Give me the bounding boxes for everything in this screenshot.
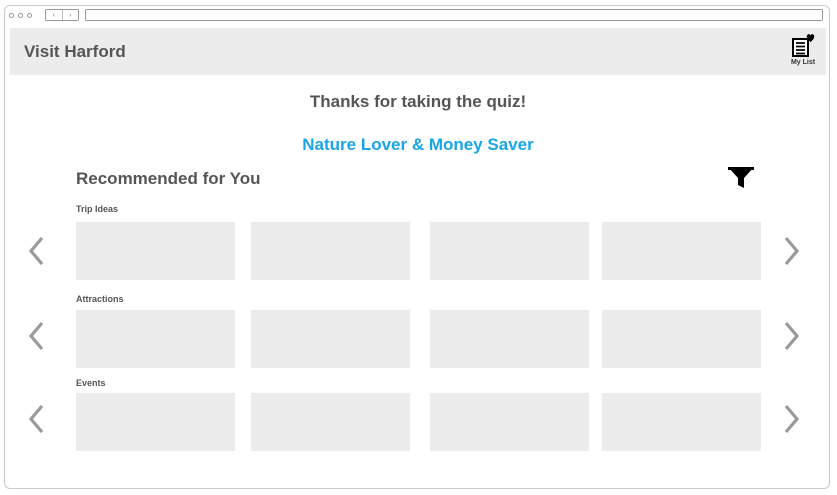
- row-label-events: Events: [76, 378, 106, 388]
- chevron-left-icon: [28, 236, 44, 266]
- trip-idea-card[interactable]: [430, 222, 589, 280]
- row-next-button[interactable]: [781, 235, 801, 267]
- chevron-left-icon: [28, 321, 44, 351]
- event-card[interactable]: [602, 393, 761, 451]
- row-label-attractions: Attractions: [76, 294, 124, 304]
- browser-window: ‹ › Visit Harford My List Thanks for tak…: [4, 5, 830, 489]
- back-icon[interactable]: ‹: [46, 10, 63, 20]
- chevron-right-icon: [784, 404, 800, 434]
- row-prev-button[interactable]: [27, 235, 47, 267]
- attraction-card[interactable]: [76, 310, 235, 368]
- chevron-right-icon: [784, 321, 800, 351]
- trip-idea-card[interactable]: [251, 222, 410, 280]
- row-next-button[interactable]: [781, 320, 801, 352]
- list-heart-icon: [792, 34, 815, 57]
- browser-nav-buttons: ‹ ›: [45, 9, 79, 21]
- site-header: Visit Harford My List: [10, 28, 826, 75]
- my-list-label: My List: [790, 59, 816, 66]
- trip-idea-card[interactable]: [602, 222, 761, 280]
- my-list-button[interactable]: My List: [786, 32, 820, 72]
- chevron-right-icon: [784, 236, 800, 266]
- quiz-result-persona: Nature Lover & Money Saver: [302, 135, 534, 154]
- trip-idea-card[interactable]: [76, 222, 235, 280]
- event-card[interactable]: [251, 393, 410, 451]
- event-card[interactable]: [76, 393, 235, 451]
- forward-icon[interactable]: ›: [63, 10, 79, 20]
- recommended-heading: Recommended for You: [76, 169, 261, 188]
- quiz-thanks-message: Thanks for taking the quiz!: [309, 92, 527, 111]
- row-prev-button[interactable]: [27, 320, 47, 352]
- row-next-button[interactable]: [781, 403, 801, 435]
- window-zoom-dot[interactable]: [27, 13, 32, 18]
- attraction-card[interactable]: [430, 310, 589, 368]
- event-card[interactable]: [430, 393, 589, 451]
- site-title[interactable]: Visit Harford: [24, 42, 126, 62]
- address-bar[interactable]: [85, 9, 823, 21]
- row-label-trip-ideas: Trip Ideas: [76, 204, 119, 214]
- attraction-card[interactable]: [602, 310, 761, 368]
- browser-chrome: ‹ ›: [5, 6, 829, 26]
- window-minimize-dot[interactable]: [18, 13, 23, 18]
- filter-funnel-icon: [728, 167, 754, 188]
- attraction-card[interactable]: [251, 310, 410, 368]
- row-prev-button[interactable]: [27, 403, 47, 435]
- filter-button[interactable]: [727, 166, 755, 195]
- chevron-left-icon: [28, 404, 44, 434]
- window-close-dot[interactable]: [9, 13, 14, 18]
